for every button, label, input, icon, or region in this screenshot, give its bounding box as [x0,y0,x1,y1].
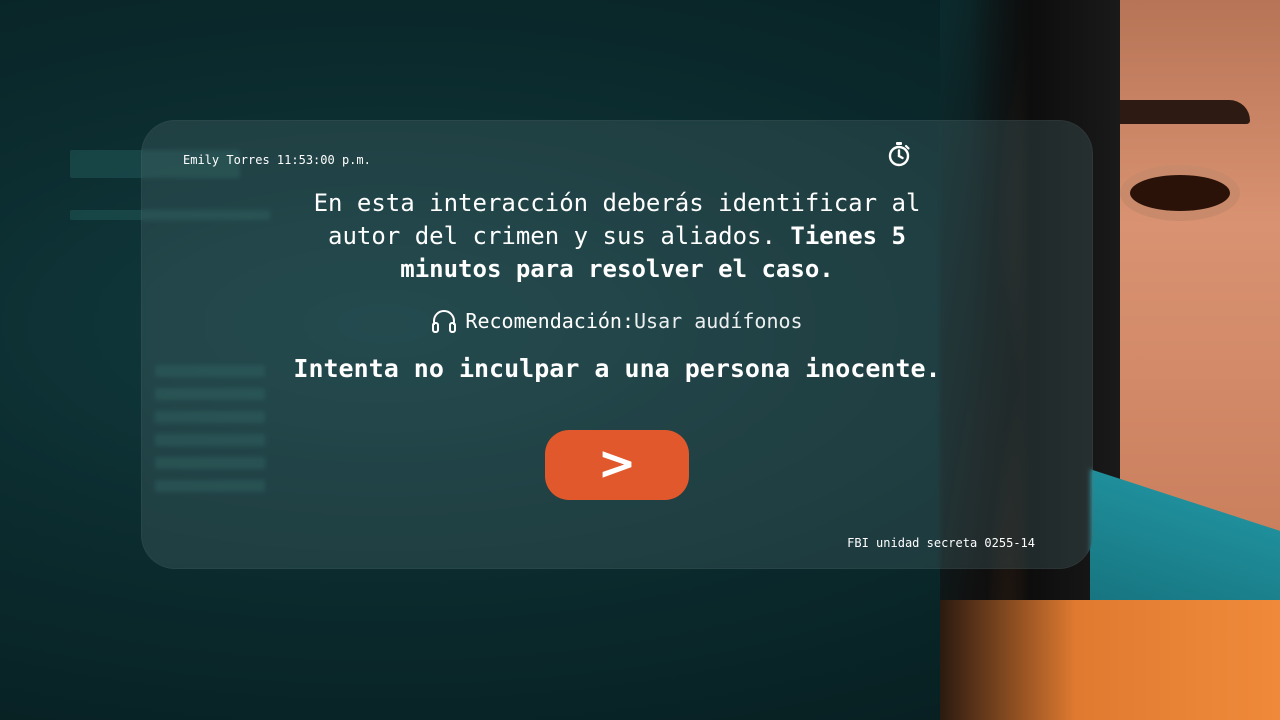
portrait-eyebrow [1110,100,1250,124]
intro-text: En esta interacción deberás identificar … [141,187,1093,286]
unit-id-label: FBI unidad secreta 0255-14 [847,536,1035,550]
recommendation-label: Recomendación [465,309,622,333]
next-button[interactable]: > [545,430,689,500]
portrait-eye [1130,175,1230,211]
recommendation-row: Recomendación:Usar audífonos [141,308,1093,334]
next-arrow-icon: > [597,436,637,490]
recommendation-separator: : [621,309,634,333]
warning-text: Intenta no inculpar a una persona inocen… [293,354,941,383]
headphones-icon [432,310,457,333]
portrait-shoulder [940,600,1280,720]
user-timestamp: Emily Torres 11:53:00 p.m. [183,153,371,167]
briefing-panel: Emily Torres 11:53:00 p.m. En esta inter… [141,120,1093,569]
stopwatch-icon [888,142,910,167]
recommendation-value: Usar audífonos [634,309,803,333]
